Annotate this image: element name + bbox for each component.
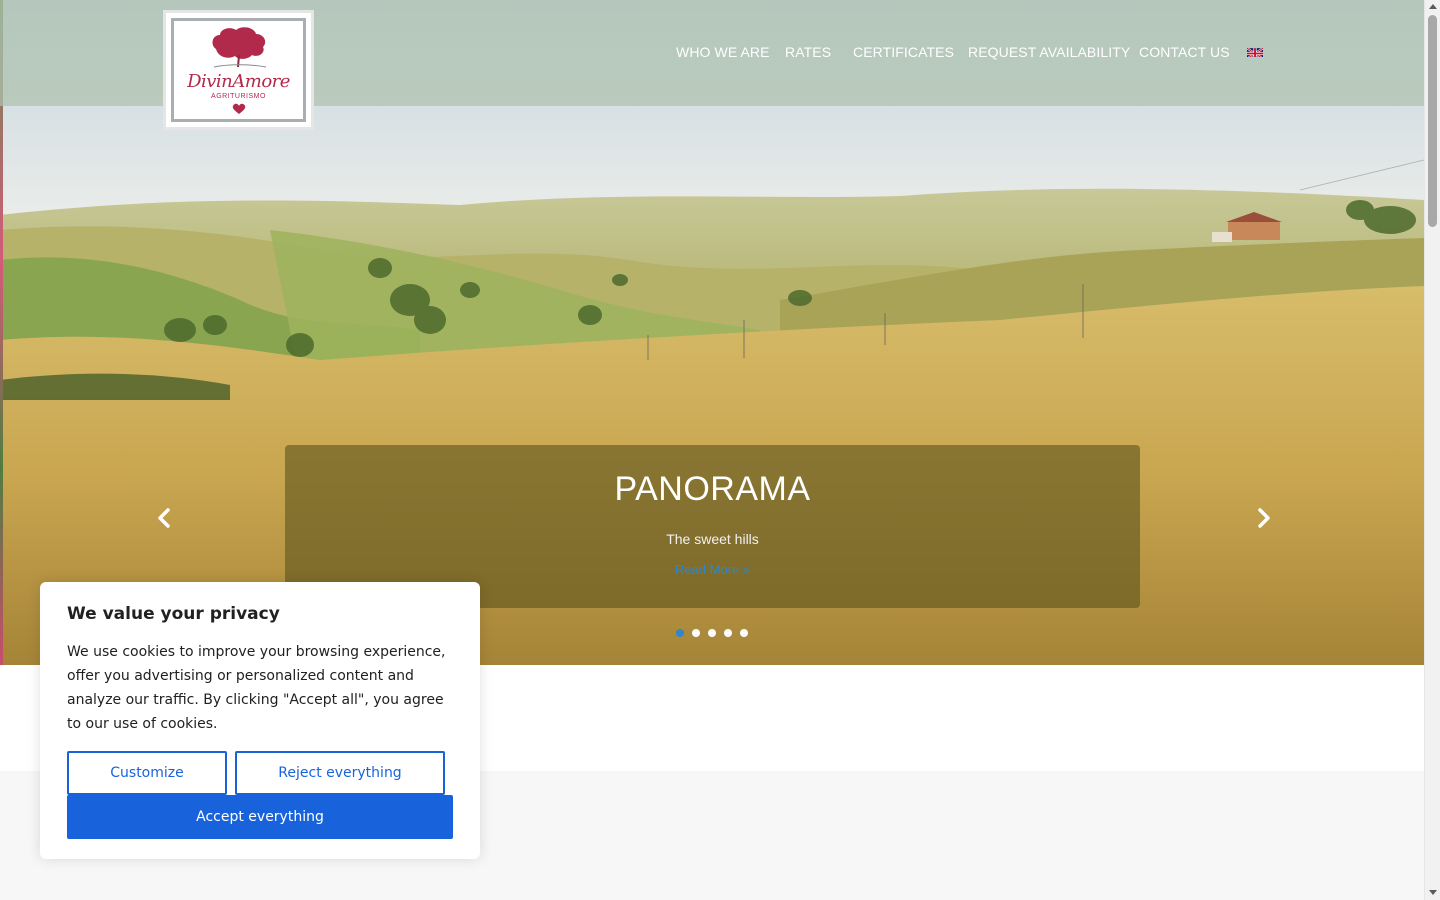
language-switcher[interactable]: [1247, 46, 1263, 57]
slider-next-button[interactable]: [1253, 505, 1275, 531]
slider-dot[interactable]: [692, 629, 700, 637]
logo-name: DivinAmore: [187, 71, 290, 92]
logo-frame: DivinAmore AGRITURISMO: [171, 18, 306, 122]
slide-title: PANORAMA: [614, 470, 811, 508]
scroll-down-icon[interactable]: [1429, 890, 1437, 895]
slider-dot[interactable]: [676, 629, 684, 637]
slide-subtitle: The sweet hills: [666, 531, 759, 547]
customize-button[interactable]: Customize: [67, 751, 227, 795]
heart-icon: [232, 103, 245, 114]
cookie-message: We use cookies to improve your browsing …: [67, 644, 446, 732]
slider-dot[interactable]: [724, 629, 732, 637]
nav-item-certificates[interactable]: CERTIFICATES: [853, 44, 954, 60]
scroll-up-icon[interactable]: [1429, 4, 1437, 9]
nav-item-who-we-are[interactable]: WHO WE ARE: [676, 44, 770, 60]
page-scrollbar[interactable]: [1424, 0, 1440, 900]
tree-logo-icon: [212, 27, 266, 68]
slider-dot[interactable]: [740, 629, 748, 637]
nav-item-contact-us[interactable]: CONTACT US: [1139, 44, 1230, 60]
site-logo[interactable]: DivinAmore AGRITURISMO: [163, 10, 314, 130]
read-more-link[interactable]: Read More »: [675, 562, 750, 577]
slider-dot[interactable]: [708, 629, 716, 637]
slider-pagination: [676, 629, 748, 639]
logo-subtitle: AGRITURISMO: [211, 93, 266, 100]
page: PANORAMA The sweet hills Read More » WHO…: [0, 0, 1440, 900]
reject-all-button[interactable]: Reject everything: [235, 751, 445, 795]
scroll-thumb[interactable]: [1428, 15, 1437, 227]
cookie-title: We value your privacy: [67, 604, 280, 624]
slider-prev-button[interactable]: [153, 505, 175, 531]
accept-all-button[interactable]: Accept everything: [67, 795, 453, 839]
uk-flag-icon: [1247, 47, 1263, 57]
nav-item-request-availability[interactable]: REQUEST AVAILABILITY: [968, 44, 1130, 60]
cookie-consent-banner: We value your privacy We use cookies to …: [40, 582, 480, 859]
chevron-left-icon: [158, 508, 170, 528]
chevron-right-icon: [1258, 508, 1270, 528]
nav-item-rates[interactable]: RATES: [785, 44, 831, 60]
